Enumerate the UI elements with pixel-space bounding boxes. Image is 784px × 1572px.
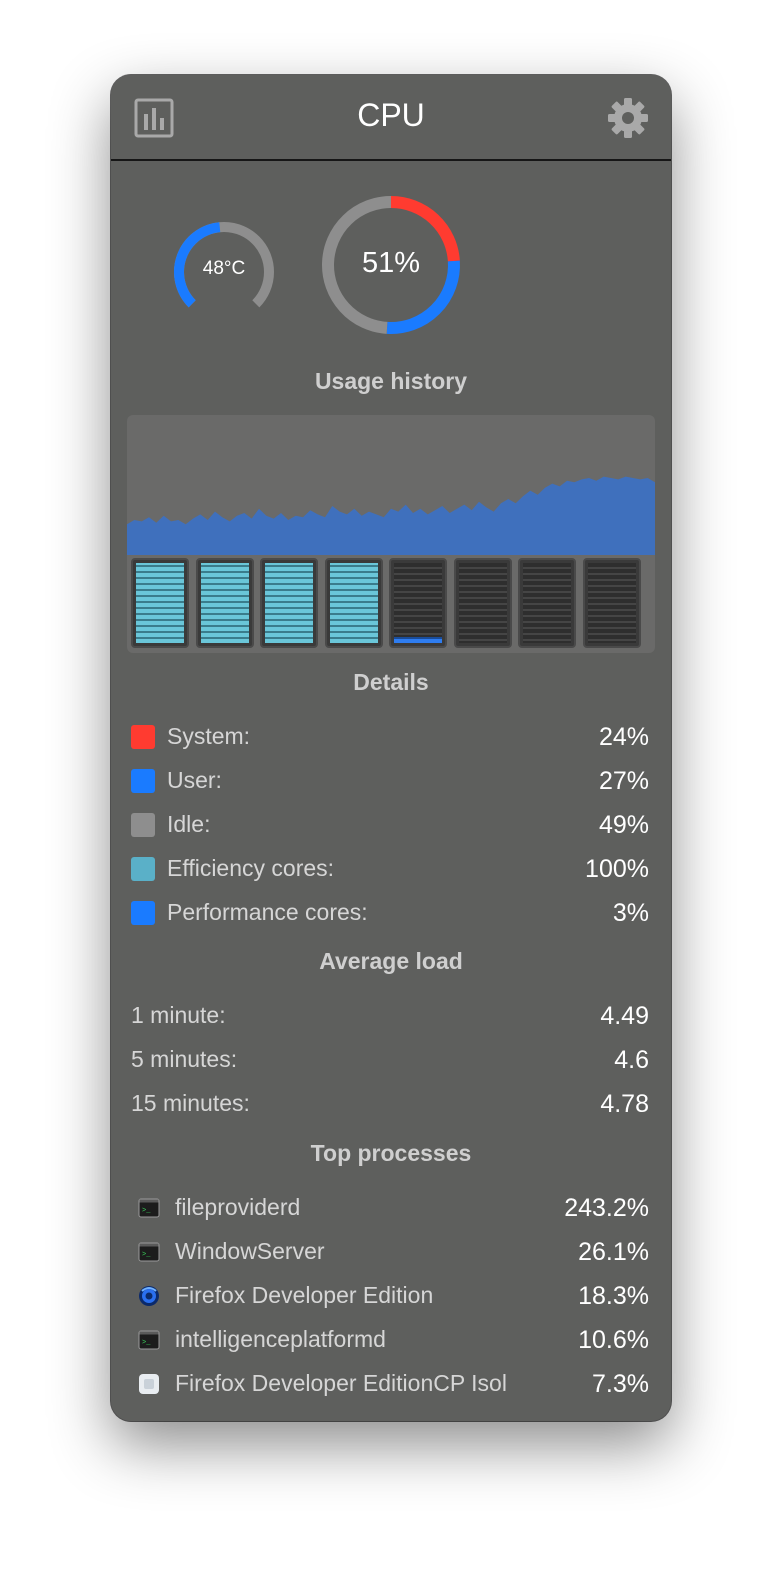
process-row: Firefox Developer Edition 18.3% [131,1279,649,1313]
detail-row-label: Efficiency cores: [167,855,335,881]
process-row-label: WindowServer [175,1238,325,1264]
detail-row: Performance cores: 3% [131,896,649,930]
temperature-gauge: 48°C [172,220,276,324]
terminal-icon: >_ [138,1241,160,1263]
detail-row-value: 27% [598,767,649,795]
detail-row: Efficiency cores: 100% [131,852,649,886]
core-bar [582,558,641,648]
gear-icon[interactable] [607,97,649,139]
process-row-label: fileproviderd [175,1194,301,1220]
core-load-fill [136,563,184,643]
process-row-value: 18.3% [578,1282,649,1310]
usage-history-area [127,476,655,555]
load-row-label: 5 minutes: [131,1046,238,1072]
load-row-value: 4.6 [614,1046,649,1074]
detail-row-value: 49% [598,811,649,839]
process-row-value: 7.3% [592,1370,649,1398]
detail-row-label: Performance cores: [167,899,368,925]
detail-row-value: 100% [585,855,649,883]
color-swatch [131,901,155,925]
cpu-popup-window: CPU 48°C 51% Usage history Details Syste… [111,75,671,1421]
core-bar [131,558,189,648]
core-load-fill [394,636,442,643]
average-load-title: Average load [319,948,463,974]
detail-row: User: 27% [131,764,649,798]
load-row: 5 minutes: 4.6 [131,1043,649,1077]
process-row: >_ WindowServer 26.1% [131,1235,649,1269]
detail-row-label: Idle: [167,811,211,837]
process-row-value: 10.6% [578,1326,649,1354]
core-bar [389,558,447,648]
detail-row: System: 24% [131,720,649,754]
gauges-area: 48°C 51% [111,185,671,335]
process-row-value: 26.1% [578,1238,649,1266]
temperature-value: 48°C [202,258,246,279]
terminal-icon: >_ [138,1329,160,1351]
header: CPU [111,75,671,161]
load-row-label: 1 minute: [131,1002,226,1028]
color-swatch [131,857,155,881]
detail-row-value: 3% [612,899,649,927]
load-row: 15 minutes: 4.78 [131,1087,649,1121]
color-swatch [131,813,155,837]
details-title: Details [353,669,429,695]
core-bar [260,558,318,648]
process-row: >_ fileproviderd 243.2% [131,1191,649,1225]
detail-row: Idle: 49% [131,808,649,842]
load-row-value: 4.78 [600,1090,649,1118]
color-swatch [131,769,155,793]
process-row: Firefox Developer EditionCP Isol 7.3% [131,1367,649,1401]
detail-row-value: 24% [598,723,649,751]
terminal-icon: >_ [138,1197,160,1219]
load-row-label: 15 minutes: [131,1090,250,1116]
process-row-label: Firefox Developer EditionCP Isol [175,1370,507,1396]
core-bar [453,558,512,648]
load-row: 1 minute: 4.49 [131,999,649,1033]
top-processes-title: Top processes [310,1140,472,1166]
usage-history-title: Usage history [314,368,468,394]
core-bar [195,558,254,648]
generic-app-icon [138,1373,160,1395]
svg-text:>_: >_ [142,1207,151,1215]
usage-history-chart [127,415,655,653]
color-swatch [131,725,155,749]
core-bars [131,558,651,650]
process-row: >_ intelligenceplatformd 10.6% [131,1323,649,1357]
process-row-value: 243.2% [564,1194,649,1222]
window-title: CPU [357,97,425,133]
process-row-label: Firefox Developer Edition [175,1282,434,1308]
process-row-label: intelligenceplatformd [175,1326,386,1352]
cpu-usage-gauge: 51% [319,193,463,337]
core-bar [324,558,383,648]
cpu-usage-value: 51% [361,247,421,279]
core-bar [518,558,576,648]
svg-text:>_: >_ [142,1339,151,1347]
detail-row-label: User: [167,767,222,793]
svg-text:>_: >_ [142,1251,151,1259]
core-load-fill [200,563,249,643]
core-load-fill [329,563,378,643]
load-row-value: 4.49 [600,1002,649,1030]
core-load-fill [265,563,313,643]
firefox-developer-icon [138,1285,160,1307]
detail-row-label: System: [167,723,251,749]
